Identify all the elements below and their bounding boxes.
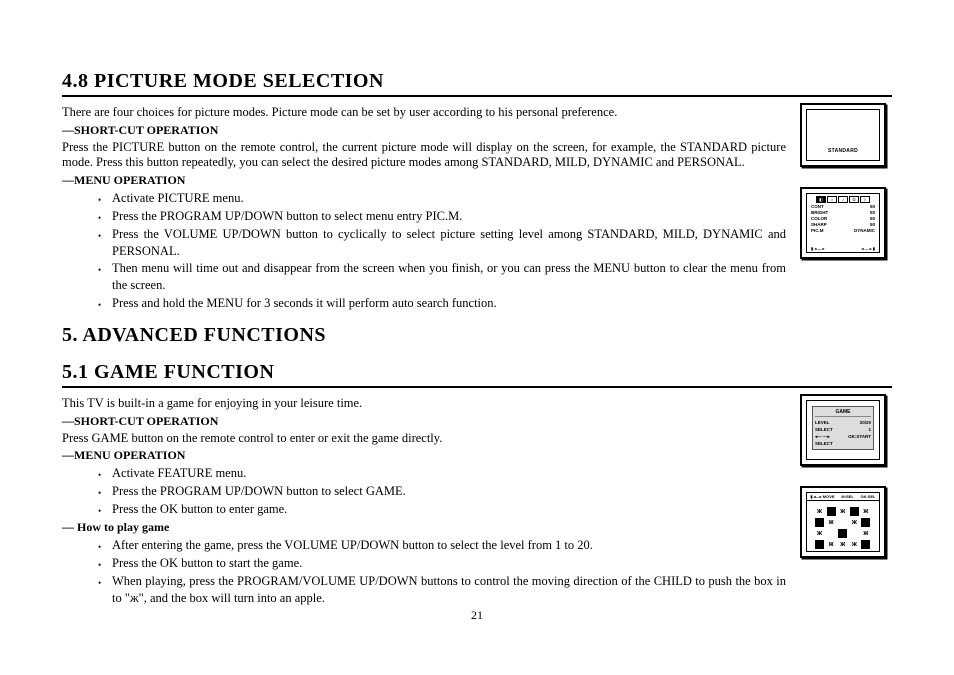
- tab-icon: ≡: [860, 196, 870, 203]
- game-hint: ▮ ◂—▸ MOVE: [810, 494, 834, 499]
- cell: ж: [838, 507, 847, 516]
- osd-figure-picture-menu: ◧ ⌂ ♪ ⏲ ≡ CONT50 BRIGHT50 COLOR50 SHARP5…: [800, 187, 886, 259]
- list-item: Press the OK button to enter game.: [98, 501, 786, 518]
- osd-val: 1: [868, 426, 871, 433]
- list-item: Activate FEATURE menu.: [98, 465, 786, 482]
- tab-icon: ⏲: [849, 196, 859, 203]
- menu-label: —MENU OPERATION: [62, 448, 786, 463]
- cell: ж: [815, 507, 824, 516]
- manual-page: 4.8 PICTURE MODE SELECTION There are fou…: [0, 0, 954, 675]
- game-hint: OK:SEL: [861, 494, 876, 499]
- menu-list-5-1: Activate FEATURE menu. Press the PROGRAM…: [98, 465, 786, 518]
- cell: [850, 507, 859, 516]
- list-item: When playing, press the PROGRAM/VOLUME U…: [98, 573, 786, 607]
- menu-list-4-8: Activate PICTURE menu. Press the PROGRAM…: [98, 190, 786, 312]
- cell: [850, 529, 859, 538]
- shortcut-text: Press GAME button on the remote control …: [62, 431, 786, 447]
- list-item: Press and hold the MENU for 3 seconds it…: [98, 295, 786, 312]
- list-item: Activate PICTURE menu.: [98, 190, 786, 207]
- cell: [827, 529, 836, 538]
- intro-4-8: There are four choices for picture modes…: [62, 105, 786, 121]
- heading-5-1: 5.1 GAME FUNCTION: [62, 361, 892, 384]
- cell: [861, 518, 870, 527]
- list-item: Press the VOLUME UP/DOWN button to cycli…: [98, 226, 786, 260]
- game-grid: жжж жж жж жжж: [815, 507, 871, 549]
- intro-5-1: This TV is built-in a game for enjoying …: [62, 396, 786, 412]
- osd-figure-standard: STANDARD: [800, 103, 886, 167]
- list-item: Press the PROGRAM UP/DOWN button to sele…: [98, 208, 786, 225]
- section-4-8-body: There are four choices for picture modes…: [62, 103, 892, 314]
- cell: ж: [850, 540, 859, 549]
- osd-key: SELECT: [815, 426, 833, 433]
- cell: [838, 518, 847, 527]
- osd-key: PIC.M: [811, 228, 824, 234]
- cell: ж: [815, 529, 824, 538]
- osd-val: 20/20: [860, 419, 871, 426]
- cell: ж: [861, 529, 870, 538]
- cell: [861, 540, 870, 549]
- cell: ж: [850, 518, 859, 527]
- page-number: 21: [62, 608, 892, 623]
- cell: [827, 507, 836, 516]
- osd-val: OK:START: [848, 433, 871, 447]
- osd-key: ◂— —▸ SELECT: [815, 433, 848, 447]
- heading-4-8: 4.8 PICTURE MODE SELECTION: [62, 70, 892, 93]
- menu-label: —MENU OPERATION: [62, 173, 786, 188]
- heading-5: 5. ADVANCED FUNCTIONS: [62, 324, 892, 347]
- howto-label: — How to play game: [62, 520, 786, 535]
- game-hint: M:SEL: [841, 494, 853, 499]
- cell: [838, 529, 847, 538]
- howto-list: After entering the game, press the VOLUM…: [98, 537, 786, 607]
- osd-game-title: GAME: [815, 409, 871, 417]
- cell: [815, 540, 824, 549]
- tab-icon: ⌂: [827, 196, 837, 203]
- osd-tabs: ◧ ⌂ ♪ ⏲ ≡: [807, 196, 879, 203]
- osd-foot-left: ▮ ◂ — ▸: [811, 246, 825, 251]
- osd-standard-label: STANDARD: [807, 148, 879, 154]
- cell: ж: [838, 540, 847, 549]
- rule: [62, 95, 892, 97]
- osd-key: LEVEL: [815, 419, 830, 426]
- cell: ж: [827, 540, 836, 549]
- cell: [815, 518, 824, 527]
- list-item: Then menu will time out and disappear fr…: [98, 260, 786, 294]
- list-item: After entering the game, press the VOLUM…: [98, 537, 786, 554]
- osd-figure-game-menu: GAME LEVEL 20/20 SELECT 1 ◂— —▸ SELECTOK:S…: [800, 394, 886, 466]
- osd-val: DYNAMIC: [854, 228, 875, 234]
- list-item: Press the PROGRAM UP/DOWN button to sele…: [98, 483, 786, 500]
- tab-icon: ♪: [838, 196, 848, 203]
- osd-foot-right: ◂ — ▸ ▮: [861, 246, 875, 251]
- shortcut-text: Press the PICTURE button on the remote c…: [62, 140, 786, 171]
- cell: ж: [827, 518, 836, 527]
- shortcut-label: —SHORT-CUT OPERATION: [62, 414, 786, 429]
- list-item: Press the OK button to start the game.: [98, 555, 786, 572]
- rule: [62, 386, 892, 388]
- section-5-1-body: This TV is built-in a game for enjoying …: [62, 394, 892, 608]
- tab-icon: ◧: [816, 196, 826, 203]
- osd-figure-game-play: ▮ ◂—▸ MOVE M:SEL OK:SEL жжж жж жж жжж: [800, 486, 886, 558]
- shortcut-label: —SHORT-CUT OPERATION: [62, 123, 786, 138]
- cell: ж: [861, 507, 870, 516]
